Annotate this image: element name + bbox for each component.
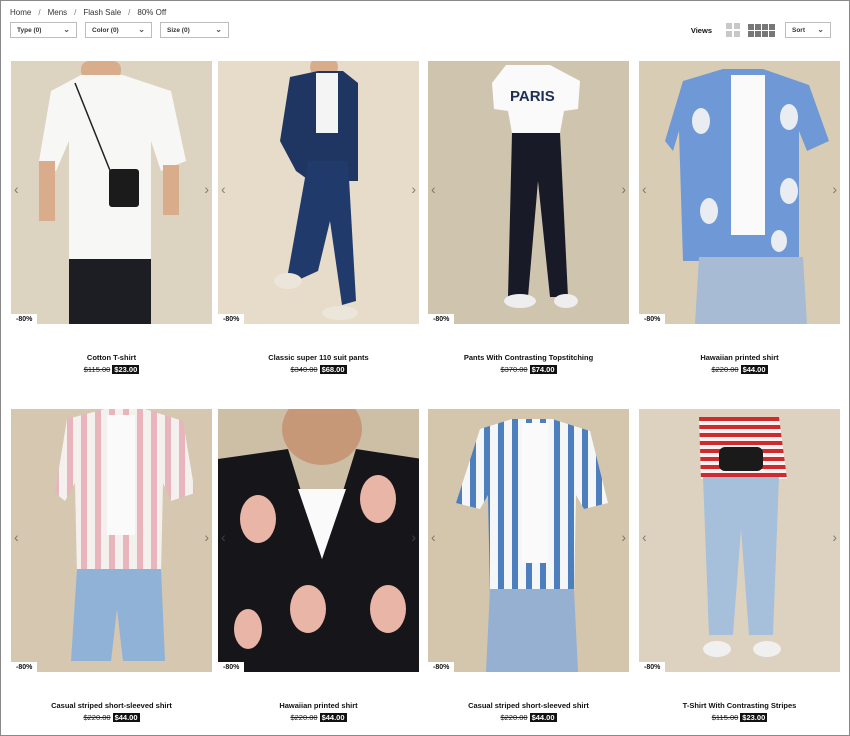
- views-label: Views: [690, 25, 712, 35]
- breadcrumb-home[interactable]: Home: [10, 8, 31, 17]
- discount-badge: -80%: [11, 662, 38, 672]
- grid-two-view-icon[interactable]: [726, 23, 740, 37]
- product-price: $340.00 $68.00: [218, 365, 419, 374]
- chevron-left-icon[interactable]: ‹: [221, 181, 226, 197]
- product-price: $115.00 $23.00: [11, 365, 212, 374]
- original-price: $115.00: [83, 365, 111, 374]
- original-price: $115.00: [711, 713, 739, 722]
- type-filter-label: Type (0): [17, 26, 42, 34]
- product-name[interactable]: Casual striped short-sleeved shirt: [428, 701, 629, 710]
- product-price: $115.00 $23.00: [639, 713, 840, 722]
- discount-badge: -80%: [639, 662, 666, 672]
- sale-price: $44.00: [319, 713, 347, 722]
- chevron-left-icon[interactable]: ‹: [642, 529, 647, 545]
- chevron-down-icon: ⌄: [817, 24, 824, 34]
- chevron-right-icon[interactable]: ›: [204, 181, 209, 197]
- product-price: $220.00 $44.00: [639, 365, 840, 374]
- breadcrumb-separator: /: [128, 8, 131, 17]
- chevron-left-icon[interactable]: ‹: [14, 529, 19, 545]
- original-price: $220.00: [290, 713, 318, 722]
- product-image[interactable]: PARIS -80% ‹ ›: [428, 61, 629, 324]
- product-image[interactable]: -80% ‹ ›: [639, 409, 840, 672]
- chevron-right-icon[interactable]: ›: [411, 181, 416, 197]
- view-controls: Views Sort ⌄: [691, 22, 831, 38]
- svg-text:PARIS: PARIS: [510, 88, 555, 105]
- product-image[interactable]: -80% ‹ ›: [218, 409, 419, 672]
- sort-dropdown[interactable]: Sort ⌄: [785, 22, 831, 38]
- product-card[interactable]: -80% ‹ › Casual striped short-sleeved sh…: [428, 409, 629, 722]
- chevron-left-icon[interactable]: ‹: [431, 529, 436, 545]
- product-price: $220.00 $44.00: [218, 713, 419, 722]
- sale-price: $44.00: [529, 713, 557, 722]
- sale-price: $23.00: [740, 713, 768, 722]
- original-price: $340.00: [290, 365, 318, 374]
- breadcrumb-current: 80% Off: [137, 8, 167, 17]
- sale-price: $74.00: [529, 365, 557, 374]
- discount-badge: -80%: [428, 314, 455, 324]
- original-price: $220.00: [711, 365, 739, 374]
- product-name[interactable]: Casual striped short-sleeved shirt: [11, 701, 212, 710]
- discount-badge: -80%: [428, 662, 455, 672]
- chevron-right-icon[interactable]: ›: [411, 529, 416, 545]
- grid-four-view-icon[interactable]: [748, 23, 775, 37]
- product-image[interactable]: -80% ‹ ›: [11, 409, 212, 672]
- chevron-right-icon[interactable]: ›: [621, 529, 626, 545]
- chevron-down-icon: ⌄: [138, 24, 145, 34]
- product-name[interactable]: Hawaiian printed shirt: [639, 353, 840, 362]
- chevron-left-icon[interactable]: ‹: [14, 181, 19, 197]
- discount-badge: -80%: [639, 314, 666, 324]
- product-image[interactable]: -80% ‹ ›: [218, 61, 419, 324]
- breadcrumb-separator: /: [38, 8, 41, 17]
- discount-badge: -80%: [11, 314, 38, 324]
- chevron-right-icon[interactable]: ›: [621, 181, 626, 197]
- original-price: $370.00: [500, 365, 528, 374]
- product-card[interactable]: PARIS -80% ‹ › Pants With Contrasting To…: [428, 61, 629, 374]
- filter-bar: Type (0) ⌄ Color (0) ⌄ Size (0) ⌄: [10, 22, 229, 38]
- color-filter-label: Color (0): [92, 26, 119, 34]
- product-name[interactable]: Cotton T-shirt: [11, 353, 212, 362]
- sort-label: Sort: [792, 26, 805, 34]
- sale-price: $68.00: [319, 365, 347, 374]
- size-filter-label: Size (0): [167, 26, 190, 34]
- original-price: $220.00: [500, 713, 528, 722]
- breadcrumb-separator: /: [74, 8, 77, 17]
- chevron-right-icon[interactable]: ›: [832, 181, 837, 197]
- product-card[interactable]: -80% ‹ › T-Shirt With Contrasting Stripe…: [639, 409, 840, 722]
- product-card[interactable]: -80% ‹ › Classic super 110 suit pants $3…: [218, 61, 419, 374]
- sale-price: $44.00: [740, 365, 768, 374]
- product-card[interactable]: -80% ‹ › Cotton T-shirt $115.00 $23.00: [11, 61, 212, 374]
- discount-badge: -80%: [218, 662, 245, 672]
- product-image[interactable]: -80% ‹ ›: [428, 409, 629, 672]
- product-price: $370.00 $74.00: [428, 365, 629, 374]
- color-filter-dropdown[interactable]: Color (0) ⌄: [85, 22, 152, 38]
- size-filter-dropdown[interactable]: Size (0) ⌄: [160, 22, 229, 38]
- product-name[interactable]: Pants With Contrasting Topstitching: [428, 353, 629, 362]
- product-card[interactable]: -80% ‹ › Hawaiian printed shirt $220.00 $…: [639, 61, 840, 374]
- product-price: $220.00 $44.00: [428, 713, 629, 722]
- breadcrumb: Home / Mens / Flash Sale / 80% Off: [10, 8, 166, 17]
- product-price: $220.00 $44.00: [11, 713, 212, 722]
- chevron-down-icon: ⌄: [215, 24, 222, 34]
- product-name[interactable]: Classic super 110 suit pants: [218, 353, 419, 362]
- breadcrumb-mens[interactable]: Mens: [48, 8, 68, 17]
- chevron-left-icon[interactable]: ‹: [221, 529, 226, 545]
- product-name[interactable]: T-Shirt With Contrasting Stripes: [639, 701, 840, 710]
- product-image[interactable]: -80% ‹ ›: [11, 61, 212, 324]
- sale-price: $23.00: [112, 365, 140, 374]
- product-name[interactable]: Hawaiian printed shirt: [218, 701, 419, 710]
- original-price: $220.00: [83, 713, 111, 722]
- chevron-right-icon[interactable]: ›: [204, 529, 209, 545]
- chevron-right-icon[interactable]: ›: [832, 529, 837, 545]
- sale-price: $44.00: [112, 713, 140, 722]
- product-card[interactable]: -80% ‹ › Hawaiian printed shirt $220.00 $…: [218, 409, 419, 722]
- chevron-down-icon: ⌄: [63, 24, 70, 34]
- discount-badge: -80%: [218, 314, 245, 324]
- breadcrumb-flash-sale[interactable]: Flash Sale: [83, 8, 121, 17]
- product-image[interactable]: -80% ‹ ›: [639, 61, 840, 324]
- product-card[interactable]: -80% ‹ › Casual striped short-sleeved sh…: [11, 409, 212, 722]
- chevron-left-icon[interactable]: ‹: [431, 181, 436, 197]
- type-filter-dropdown[interactable]: Type (0) ⌄: [10, 22, 77, 38]
- chevron-left-icon[interactable]: ‹: [642, 181, 647, 197]
